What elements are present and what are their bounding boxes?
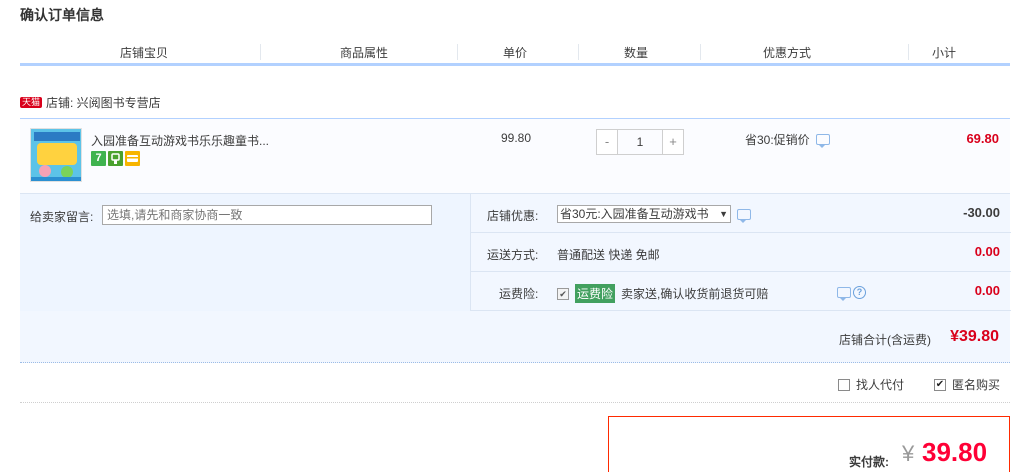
store-name[interactable]: 店铺: 兴阅图书专营店: [46, 94, 161, 111]
store-line: 天猫 店铺: 兴阅图书专营店: [20, 94, 161, 111]
insurance-icons: ?: [837, 286, 866, 301]
credit-card-icon[interactable]: [125, 151, 140, 166]
store-discount-amount: -30.00: [963, 205, 1000, 220]
anonymous-purchase-label: 匿名购买: [952, 378, 1001, 392]
store-total-row: 店铺合计(含运费) ¥39.80: [20, 311, 1010, 363]
insurance-badge: 运费险: [575, 284, 616, 303]
column-header-item: 店铺宝贝: [120, 46, 169, 60]
column-divider: [578, 44, 579, 60]
unit-price: 99.80: [501, 131, 532, 145]
shipping-row: 运送方式: 普通配送 快递 免邮 0.00: [471, 233, 1011, 272]
seller-message-label: 给卖家留言:: [30, 210, 94, 224]
proxy-pay-option[interactable]: 找人代付: [838, 376, 904, 393]
quantity-stepper: - 1 +: [596, 129, 684, 155]
insurance-label: 运费险:: [499, 287, 539, 301]
store-discount-select[interactable]: 省30元:入园准备互动游戏书 ▼: [557, 205, 731, 223]
tmall-icon: 天猫: [20, 97, 43, 108]
insurance-checkbox[interactable]: ✔: [557, 287, 569, 300]
insurance-text: 卖家送,确认收货前退货可赔: [621, 287, 769, 301]
proxy-pay-label: 找人代付: [856, 378, 905, 392]
product-title-link[interactable]: 入园准备互动游戏书乐乐趣童书...: [91, 132, 269, 149]
shipping-amount: 0.00: [974, 244, 1000, 259]
store-total-label: 店铺合计(含运费): [839, 333, 931, 347]
anonymous-purchase-checkbox[interactable]: ✔: [934, 378, 946, 391]
seller-message-input[interactable]: [102, 205, 432, 225]
column-divider: [908, 44, 909, 60]
column-divider: [457, 44, 458, 60]
insurance-amount: 0.00: [974, 283, 1000, 298]
column-divider: [700, 44, 701, 60]
insurance-content: ✔ 运费险 卖家送,确认收货前退货可赔: [557, 284, 768, 303]
store-discount-content: 省30元:入园准备互动游戏书 ▼: [557, 205, 751, 223]
payment-options-row: 找人代付 ✔ 匿名购买: [20, 363, 1010, 403]
guarantee-icon[interactable]: [108, 151, 123, 166]
store-discount-label: 店铺优惠:: [487, 209, 539, 223]
chevron-down-icon: ▼: [719, 209, 728, 219]
insurance-chat-icon[interactable]: [837, 287, 851, 301]
payment-amount: 39.80: [922, 437, 988, 467]
store-discount-chat-icon[interactable]: [737, 208, 751, 223]
payment-summary-box: 实付款: ¥ 39.80: [608, 416, 1010, 472]
store-total-value: ¥39.80: [950, 328, 999, 345]
anonymous-purchase-option[interactable]: ✔ 匿名购买: [934, 376, 1000, 393]
column-header-quantity: 数量: [624, 46, 649, 60]
decrease-quantity-button[interactable]: -: [596, 129, 618, 155]
store-discount-row: 店铺优惠: 省30元:入园准备互动游戏书 ▼ -30.00: [471, 194, 1011, 233]
insurance-row: 运费险: ✔ 运费险 卖家送,确认收货前退货可赔 ? 0.00: [471, 272, 1011, 311]
shipping-label: 运送方式:: [487, 248, 539, 262]
increase-quantity-button[interactable]: +: [662, 129, 684, 155]
promotion-info: 省30:促销价: [745, 131, 830, 148]
payment-label: 实付款:: [849, 455, 889, 469]
column-divider: [260, 44, 261, 60]
order-item-row: 入园准备互动游戏书乐乐趣童书... 7 99.80 - 1 + 省30:促销价 …: [20, 118, 1010, 194]
proxy-pay-checkbox[interactable]: [838, 378, 850, 391]
table-header: 店铺宝贝 商品属性 单价 数量 优惠方式 小计: [20, 40, 1010, 66]
item-subtotal: 69.80: [966, 131, 999, 146]
payment-currency: ¥: [902, 441, 915, 466]
column-header-unit-price: 单价: [503, 46, 528, 60]
quantity-input[interactable]: 1: [618, 129, 662, 155]
column-header-attributes: 商品属性: [340, 46, 389, 60]
product-thumbnail[interactable]: [30, 128, 82, 182]
column-header-promotion: 优惠方式: [763, 46, 812, 60]
store-discount-selected: 省30元:入园准备互动游戏书: [560, 207, 709, 221]
promotion-text: 省30:促销价: [745, 133, 810, 147]
shipping-method: 普通配送 快递 免邮: [557, 248, 660, 262]
help-icon[interactable]: ?: [853, 286, 866, 299]
promotion-chat-icon[interactable]: [815, 134, 830, 148]
service-icons: 7: [91, 151, 140, 166]
page-title: 确认订单信息: [20, 7, 104, 23]
column-header-subtotal: 小计: [932, 46, 957, 60]
shipping-content: 普通配送 快递 免邮: [557, 246, 660, 263]
seven-day-return-icon[interactable]: 7: [91, 151, 106, 166]
